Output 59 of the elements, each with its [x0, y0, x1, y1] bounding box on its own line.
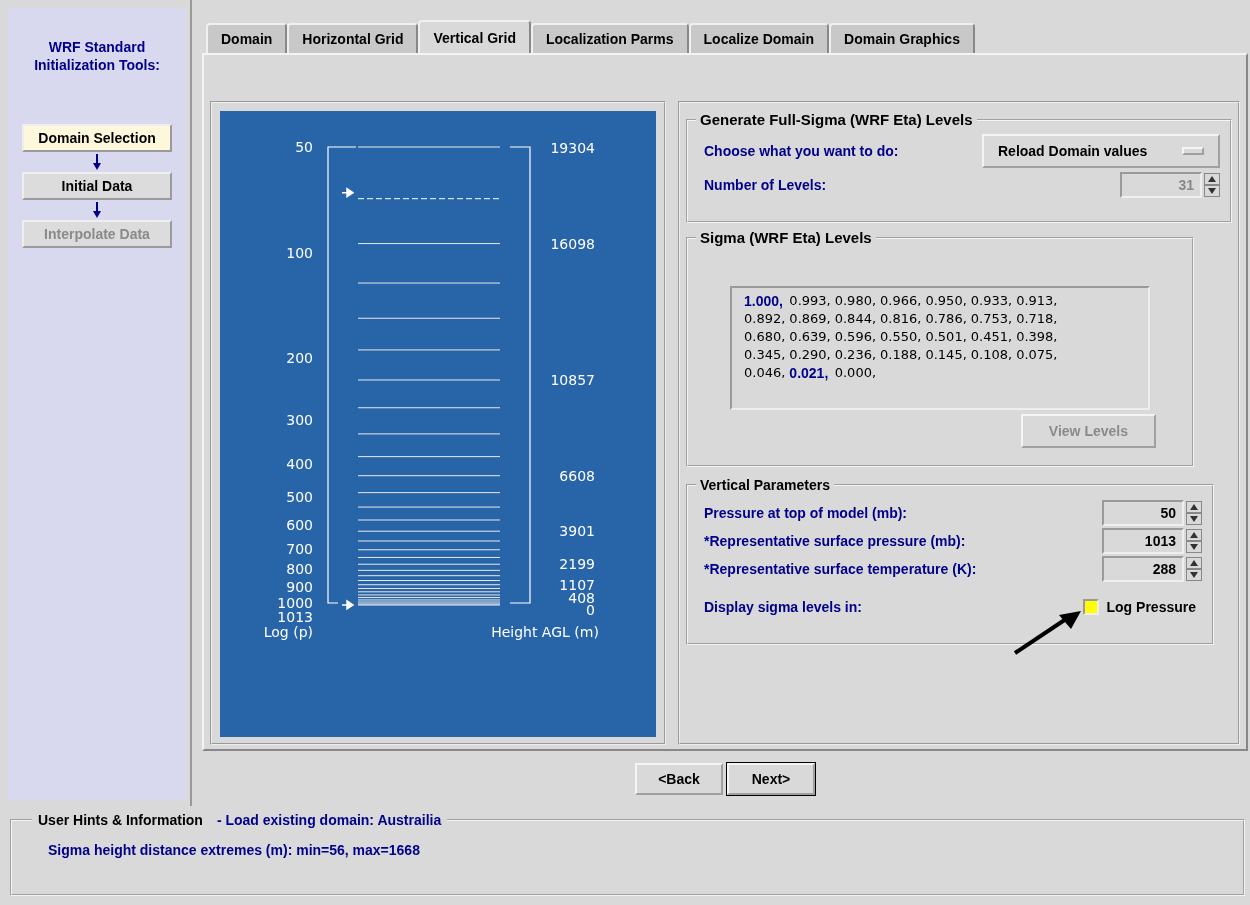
app-title: WRF Standard Initialization Tools: [33, 38, 161, 74]
tab[interactable]: Localize Domain [688, 23, 829, 53]
spinner-icon[interactable] [1186, 557, 1202, 581]
spinner-icon[interactable] [1204, 173, 1220, 197]
field-label: *Representative surface pressure (mb): [704, 533, 966, 549]
field-label: Display sigma levels in: [704, 599, 862, 615]
height-label: 10857 [550, 372, 595, 389]
axis-label: Height AGL (m) [491, 624, 599, 640]
group-title: Generate Full-Sigma (WRF Eta) Levels [699, 111, 974, 128]
checkbox-label[interactable]: Log Pressure [1106, 599, 1196, 615]
field-label: Choose what you want to do: [704, 143, 899, 159]
sigma-levels-text: 1.000, 0.993, 0.980, 0.966, 0.950, 0.933, 0.913, 0.892, 0.869, 0.844, 0.816, 0.786, 0.753, 0.718, 0.680, 0.639, 0.596, 0.550, 0.501, 0.451, 0.398, 0.345, 0.290, 0.236, 0.188, 0.145, 0.108, 0.075, 0.046, 0.021, 0.000, [744, 292, 1059, 382]
down-arrow-icon [92, 201, 102, 219]
spinner-icon[interactable] [1186, 501, 1202, 525]
field-label: Pressure at top of model (mb): [704, 505, 908, 521]
field-label: *Representative surface temperature (K): [704, 561, 977, 577]
nav-button[interactable]: <Back [635, 763, 723, 795]
pressure-label: 200 [286, 350, 313, 366]
pressure-label: 500 [286, 489, 313, 506]
pressure-label: 50 [295, 139, 313, 155]
nav-button[interactable]: Next> [727, 763, 815, 795]
pressure-label: 1013 [277, 609, 313, 625]
action-dropdown[interactable]: Reload Domain values [982, 134, 1220, 168]
height-label: 2199 [559, 556, 595, 573]
tab[interactable]: Localization Parms [530, 23, 689, 53]
down-arrow-icon [92, 153, 102, 171]
step-button[interactable]: Initial Data [22, 172, 172, 200]
pressure-label: 400 [286, 455, 313, 472]
spinner-icon[interactable] [1186, 529, 1202, 553]
tab[interactable]: Horizontal Grid [287, 23, 419, 53]
pressure-label: 900 [286, 578, 313, 595]
field-label: Number of Levels: [704, 177, 827, 193]
axis-label: Log (p) [263, 624, 313, 640]
height-label: 3901 [559, 523, 595, 540]
checkbox[interactable] [1082, 599, 1099, 615]
pressure-label: 600 [286, 517, 313, 534]
hint-message: Sigma height distance extremes (m): min=56, max=1668 [47, 842, 421, 858]
hints-title: User Hints & Information [38, 812, 203, 828]
number-field[interactable]: 288 [1102, 556, 1184, 582]
pressure-label: 300 [286, 411, 313, 428]
pressure-label: 100 [286, 244, 313, 261]
group-title: Vertical Parameters [699, 477, 831, 493]
number-field[interactable]: 50 [1102, 500, 1184, 526]
arrow-icon [341, 187, 355, 198]
hints-subtitle: - Load existing domain: Austrailia [216, 812, 442, 828]
pressure-label: 800 [286, 561, 313, 578]
tab[interactable]: Domain [206, 23, 288, 53]
pointer-arrow [1012, 611, 1083, 655]
tab[interactable]: Domain Graphics [829, 23, 975, 53]
arrow-icon [341, 600, 355, 610]
number-field[interactable]: 1013 [1102, 528, 1184, 554]
height-label: 16098 [550, 236, 595, 253]
group-title: Sigma (WRF Eta) Levels [699, 229, 873, 246]
height-label: 6608 [559, 467, 595, 484]
pressure-label: 700 [286, 540, 313, 557]
step-button[interactable]: Domain Selection [22, 124, 172, 152]
tab[interactable]: Vertical Grid [418, 20, 531, 53]
height-label: 19304 [550, 139, 595, 156]
pressure-label: 1000 [277, 595, 313, 611]
